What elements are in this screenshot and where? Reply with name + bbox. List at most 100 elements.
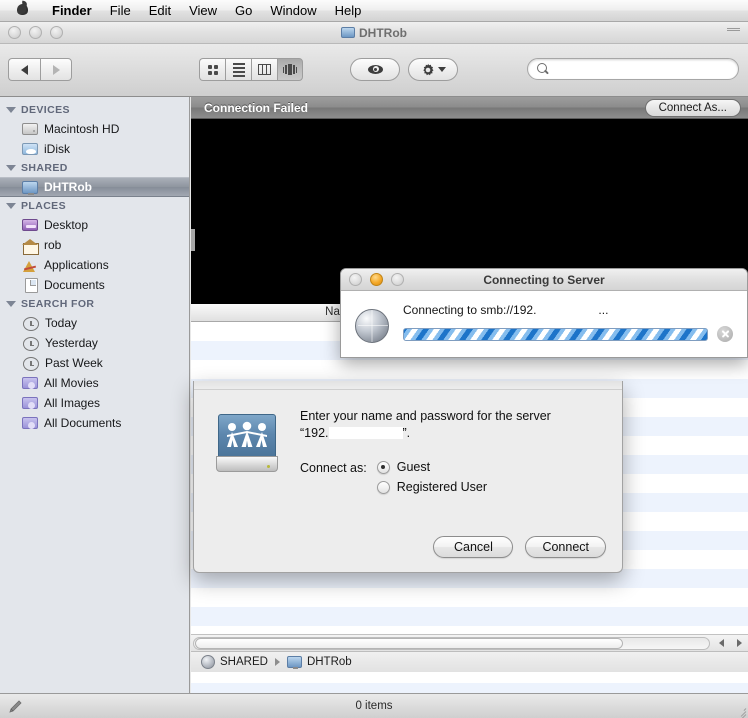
- sidebar-item-today[interactable]: Today: [0, 313, 189, 333]
- minimize-button[interactable]: [370, 273, 383, 286]
- menu-item-help[interactable]: Help: [326, 2, 371, 20]
- radio-button-registered-user[interactable]: [376, 480, 390, 494]
- connecting-dialog-titlebar[interactable]: Connecting to Server: [341, 269, 747, 291]
- scrollbar-track[interactable]: [193, 636, 710, 650]
- sheet-buttons: Cancel Connect: [433, 536, 606, 558]
- sidebar-item-label: Documents: [44, 278, 105, 292]
- navigation-buttons: [8, 58, 72, 81]
- breadcrumb-dhtrob[interactable]: DHTRob: [307, 656, 352, 668]
- cancel-button[interactable]: Cancel: [433, 536, 514, 558]
- toolbar-toggle-button[interactable]: [727, 28, 740, 37]
- finder-toolbar: [0, 44, 748, 97]
- sidebar-item-label: DHTRob: [44, 180, 92, 194]
- network-globe-icon: [201, 655, 215, 669]
- close-button[interactable]: [349, 273, 362, 286]
- disclosure-triangle-icon[interactable]: [6, 107, 16, 113]
- sidebar-section-shared[interactable]: SHARED: [0, 159, 189, 177]
- sidebar-section-devices[interactable]: DEVICES: [0, 101, 189, 119]
- radio-label-registered-user: Registered User: [396, 480, 488, 494]
- coverflow-view-button[interactable]: [277, 58, 303, 81]
- radio-label-guest: Guest: [396, 460, 431, 474]
- horizontal-scrollbar[interactable]: [191, 634, 748, 651]
- table-row[interactable]: [191, 588, 748, 607]
- icon-view-button[interactable]: [199, 58, 225, 81]
- column-view-button[interactable]: [251, 58, 277, 81]
- scrollbar-arrows: [712, 639, 748, 647]
- smart-folder-icon: [22, 375, 38, 391]
- idisk-icon: [22, 141, 38, 157]
- sidebar-section-label: SHARED: [21, 162, 68, 174]
- close-button[interactable]: [8, 26, 21, 39]
- stop-cancel-icon[interactable]: [717, 326, 733, 342]
- connecting-status-suffix: ...: [598, 303, 609, 317]
- radio-option-registered-user[interactable]: Registered User: [376, 480, 488, 494]
- globe-icon: [355, 309, 389, 343]
- scroll-right-icon[interactable]: [736, 639, 742, 647]
- scroll-left-icon[interactable]: [718, 639, 724, 647]
- sidebar-section-search-for[interactable]: SEARCH FOR: [0, 295, 189, 313]
- breadcrumb-shared[interactable]: SHARED: [220, 656, 268, 668]
- sidebar-item-idisk[interactable]: iDisk: [0, 139, 189, 159]
- radio-option-guest[interactable]: Guest: [376, 460, 487, 474]
- menu-item-go[interactable]: Go: [226, 2, 261, 20]
- table-row[interactable]: [191, 360, 748, 379]
- zoom-button[interactable]: [391, 273, 404, 286]
- disclosure-triangle-icon[interactable]: [6, 301, 16, 307]
- zoom-button[interactable]: [50, 26, 63, 39]
- sidebar-item-desktop[interactable]: Desktop: [0, 215, 189, 235]
- menu-bar: Finder File Edit View Go Window Help: [0, 0, 748, 22]
- sidebar-item-rob[interactable]: rob: [0, 235, 189, 255]
- radio-button-guest[interactable]: [376, 460, 390, 474]
- menu-item-finder[interactable]: Finder: [43, 2, 101, 20]
- sidebar-item-label: rob: [44, 238, 62, 252]
- back-button[interactable]: [8, 58, 40, 81]
- sidebar-section-places[interactable]: PLACES: [0, 197, 189, 215]
- sidebar-item-all-documents[interactable]: All Documents: [0, 413, 189, 433]
- minimize-button[interactable]: [29, 26, 42, 39]
- connecting-dialog-body: Connecting to smb://192. ...: [341, 291, 747, 343]
- sidebar-item-dhtrob[interactable]: DHTRob: [0, 177, 189, 197]
- menu-item-file[interactable]: File: [101, 2, 140, 20]
- sidebar-item-all-images[interactable]: All Images: [0, 393, 189, 413]
- window-titlebar[interactable]: DHTRob: [0, 22, 748, 44]
- resize-grip-icon[interactable]: [733, 703, 747, 718]
- auth-message-line1: Enter your name and password for the ser…: [300, 409, 551, 423]
- sidebar-item-macintosh-hd[interactable]: Macintosh HD: [0, 119, 189, 139]
- window-title-label: DHTRob: [359, 25, 407, 40]
- menu-item-edit[interactable]: Edit: [140, 2, 180, 20]
- quicklook-button[interactable]: [350, 58, 400, 81]
- connecting-to-server-dialog: Connecting to Server Connecting to smb:/…: [340, 268, 748, 358]
- sidebar-item-documents[interactable]: Documents: [0, 275, 189, 295]
- table-row[interactable]: [191, 607, 748, 626]
- sidebar-item-applications[interactable]: Applications: [0, 255, 189, 275]
- forward-arrow-icon: [52, 64, 60, 75]
- connection-failed-label: Connection Failed: [204, 100, 309, 115]
- chevron-down-icon: [437, 67, 446, 72]
- sheet-top-strip: [194, 381, 622, 390]
- coverflow-icon: [282, 64, 298, 75]
- sidebar-item-all-movies[interactable]: All Movies: [0, 373, 189, 393]
- scrollbar-thumb[interactable]: [195, 637, 623, 649]
- finder-window: DHTRob DEVICES Macintosh HD iDisk SHARED…: [0, 22, 748, 718]
- clock-icon: [23, 336, 39, 351]
- coverflow-scroll-indicator[interactable]: [191, 229, 195, 251]
- apple-logo-icon[interactable]: [16, 1, 29, 19]
- disclosure-triangle-icon[interactable]: [6, 203, 16, 209]
- connecting-dialog-traffic-lights: [349, 273, 404, 286]
- clock-icon: [23, 356, 39, 371]
- connect-button[interactable]: Connect: [525, 536, 606, 558]
- screen-root: Finder File Edit View Go Window Help DHT…: [0, 0, 748, 718]
- menu-item-view[interactable]: View: [180, 2, 226, 20]
- sidebar-item-past-week[interactable]: Past Week: [0, 353, 189, 373]
- hard-disk-icon: [22, 121, 38, 137]
- connect-as-button[interactable]: Connect As...: [644, 99, 741, 117]
- menu-item-window[interactable]: Window: [261, 2, 325, 20]
- disclosure-triangle-icon[interactable]: [6, 165, 16, 171]
- search-field[interactable]: [527, 58, 739, 80]
- list-view-button[interactable]: [225, 58, 251, 81]
- action-menu-button[interactable]: [408, 58, 458, 81]
- sidebar-item-yesterday[interactable]: Yesterday: [0, 333, 189, 353]
- connect-as-radio-group: Guest Registered User: [376, 460, 488, 494]
- forward-button[interactable]: [40, 58, 72, 81]
- search-input[interactable]: [554, 62, 729, 76]
